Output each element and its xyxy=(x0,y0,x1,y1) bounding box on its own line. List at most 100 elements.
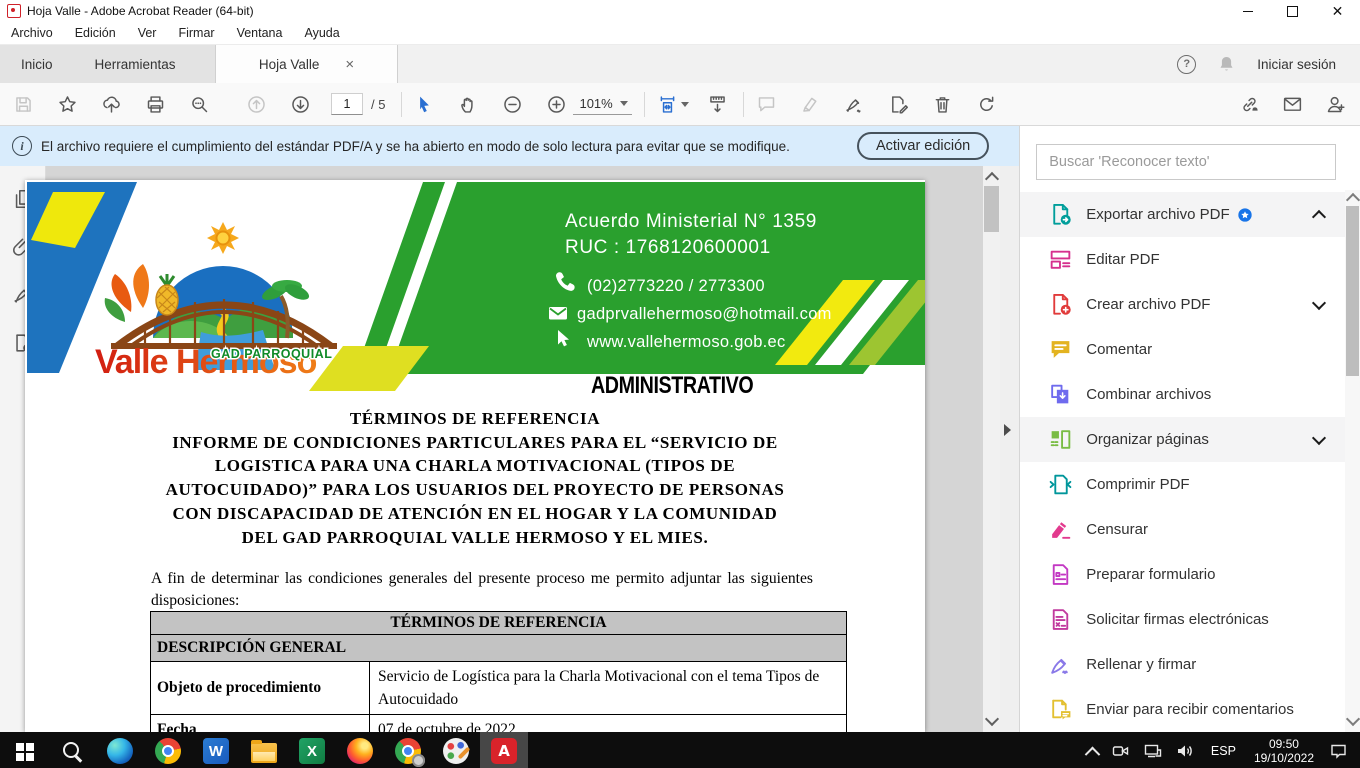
action-center-icon[interactable] xyxy=(1323,732,1354,768)
previous-page-icon[interactable] xyxy=(246,94,267,115)
taskbar-chrome[interactable] xyxy=(144,732,192,768)
invite-person-icon[interactable] xyxy=(1325,94,1346,115)
clock[interactable]: 09:50 19/10/2022 xyxy=(1245,737,1323,765)
language-indicator[interactable]: ESP xyxy=(1202,744,1245,758)
maximize-icon xyxy=(1287,6,1298,17)
help-icon[interactable]: ? xyxy=(1177,55,1196,74)
volume-icon[interactable] xyxy=(1169,732,1202,768)
collapse-tools-pane-icon[interactable] xyxy=(1004,424,1011,436)
section-label: ADMINISTRATIVO xyxy=(591,372,753,400)
tool-label: Comprimir PDF xyxy=(1086,476,1189,493)
tool-comment[interactable]: Comentar xyxy=(1020,327,1360,372)
scroll-up-icon[interactable] xyxy=(985,172,999,186)
windows-taskbar: ESP 09:50 19/10/2022 xyxy=(0,732,1360,768)
hand-tool-icon[interactable] xyxy=(458,94,479,115)
sign-in-button[interactable]: Iniciar sesión xyxy=(1257,57,1336,72)
tool-export-pdf[interactable]: Exportar archivo PDF xyxy=(1020,192,1360,237)
highlight-icon[interactable] xyxy=(800,94,821,115)
taskbar-chrome-profile[interactable] xyxy=(384,732,432,768)
taskbar-explorer[interactable] xyxy=(240,732,288,768)
tool-compress-pdf[interactable]: Comprimir PDF xyxy=(1020,462,1360,507)
scroll-up-icon[interactable] xyxy=(1346,193,1360,207)
ruc-number: RUC : 1768120600001 xyxy=(565,237,771,258)
taskbar-edge[interactable] xyxy=(96,732,144,768)
close-icon: ✕ xyxy=(1332,4,1344,18)
tool-label: Editar PDF xyxy=(1086,251,1159,268)
taskbar-start[interactable] xyxy=(0,732,48,768)
menu-firmar[interactable]: Firmar xyxy=(167,26,225,40)
chevron-down-icon xyxy=(681,102,689,107)
edit-page-icon[interactable] xyxy=(888,94,909,115)
taskbar-search[interactable] xyxy=(48,732,96,768)
maximize-button[interactable] xyxy=(1270,0,1315,22)
notifications-bell-icon[interactable] xyxy=(1218,55,1235,73)
next-page-icon[interactable] xyxy=(290,94,311,115)
menu-bar: Archivo Edición Ver Firmar Ventana Ayuda xyxy=(0,22,1360,45)
minimize-button[interactable] xyxy=(1225,0,1270,22)
valle-hermoso-logo: Valle Hermoso GAD PARROQUIAL xyxy=(95,222,337,381)
taskbar-firefox[interactable] xyxy=(336,732,384,768)
favorite-star-icon[interactable] xyxy=(57,94,78,115)
delete-pages-icon[interactable] xyxy=(932,94,953,115)
tool-prepare-form[interactable]: Preparar formulario xyxy=(1020,552,1360,597)
enable-editing-button[interactable]: Activar edición xyxy=(857,132,989,160)
tool-label: Comentar xyxy=(1086,341,1152,358)
menu-ayuda[interactable]: Ayuda xyxy=(293,26,350,40)
meet-now-icon[interactable] xyxy=(1105,732,1137,768)
print-icon[interactable] xyxy=(145,94,166,115)
scroll-down-icon[interactable] xyxy=(1346,712,1360,726)
taskbar-paint[interactable] xyxy=(432,732,480,768)
tools-search[interactable] xyxy=(1036,144,1336,180)
send-mail-icon[interactable] xyxy=(1282,94,1303,115)
taskbar-word[interactable] xyxy=(192,732,240,768)
tool-organize-pages[interactable]: Organizar páginas xyxy=(1020,417,1360,462)
zoom-in-icon[interactable] xyxy=(546,94,567,115)
taskbar-acrobat[interactable] xyxy=(480,732,528,768)
zoom-level-select[interactable]: 101% xyxy=(573,94,631,115)
tab-close-icon[interactable]: × xyxy=(345,57,354,72)
select-tool-icon[interactable] xyxy=(414,94,435,115)
menu-archivo[interactable]: Archivo xyxy=(0,26,64,40)
tab-document[interactable]: Hoja Valle × xyxy=(215,45,398,83)
chevron-icon[interactable] xyxy=(1312,295,1326,309)
find-icon[interactable] xyxy=(189,94,210,115)
chevron-icon[interactable] xyxy=(1312,209,1326,223)
tool-redact[interactable]: Censurar xyxy=(1020,507,1360,552)
menu-ver[interactable]: Ver xyxy=(127,26,168,40)
chevron-icon[interactable] xyxy=(1312,430,1326,444)
sidebar-scrollbar[interactable] xyxy=(1345,190,1360,732)
scroll-down-icon[interactable] xyxy=(985,712,999,726)
close-button[interactable]: ✕ xyxy=(1315,0,1360,22)
tab-herramientas[interactable]: Herramientas xyxy=(74,45,197,83)
tools-search-input[interactable] xyxy=(1037,154,1335,170)
rotate-pages-icon[interactable] xyxy=(976,94,997,115)
tool-send-comments[interactable]: Enviar para recibir comentarios xyxy=(1020,687,1360,732)
document-scrollbar[interactable] xyxy=(983,166,1000,732)
tool-request-signatures[interactable]: Solicitar firmas electrónicas xyxy=(1020,597,1360,642)
tool-label: Combinar archivos xyxy=(1086,386,1211,403)
tool-create-pdf[interactable]: Crear archivo PDF xyxy=(1020,282,1360,327)
menu-ventana[interactable]: Ventana xyxy=(226,26,294,40)
save-icon[interactable] xyxy=(13,94,34,115)
comment-icon[interactable] xyxy=(756,94,777,115)
scrollbar-thumb[interactable] xyxy=(984,186,999,232)
network-icon[interactable] xyxy=(1137,732,1169,768)
page-number-input[interactable]: 1 xyxy=(331,93,363,115)
measure-icon[interactable] xyxy=(707,94,728,115)
tab-inicio[interactable]: Inicio xyxy=(0,45,74,83)
sign-icon[interactable] xyxy=(844,94,865,115)
scrollbar-thumb[interactable] xyxy=(1346,206,1359,376)
menu-edicion[interactable]: Edición xyxy=(64,26,127,40)
tray-time: 09:50 xyxy=(1254,737,1314,751)
tool-icon xyxy=(1048,562,1073,587)
tool-combine-files[interactable]: Combinar archivos xyxy=(1020,372,1360,417)
tool-edit-pdf[interactable]: Editar PDF xyxy=(1020,237,1360,282)
tool-fill-sign[interactable]: Rellenar y firmar xyxy=(1020,642,1360,687)
fit-width-icon[interactable] xyxy=(657,94,678,115)
tray-expand-chevron-icon[interactable] xyxy=(1080,732,1105,768)
share-upload-icon[interactable] xyxy=(101,94,122,115)
share-link-icon[interactable] xyxy=(1239,94,1260,115)
tool-icon xyxy=(1048,337,1073,362)
zoom-out-icon[interactable] xyxy=(502,94,523,115)
taskbar-excel[interactable] xyxy=(288,732,336,768)
